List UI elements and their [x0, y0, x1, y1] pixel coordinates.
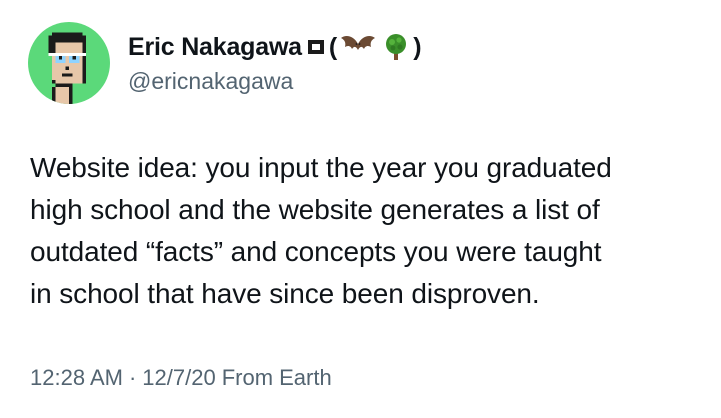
bat-icon — [341, 36, 376, 50]
tweet-source: From Earth — [221, 365, 332, 390]
tweet-text-line: outdated “facts” and concepts you were t… — [30, 236, 602, 267]
name-emoji-group: ( ) — [307, 32, 422, 62]
avatar[interactable] — [28, 22, 110, 104]
tweet-meta: 12:28 AM · 12/7/20 From Earth — [30, 365, 332, 391]
tweet-text-line: Website idea: you input the year you gra… — [30, 152, 612, 183]
name-paren-open: ( — [328, 32, 338, 61]
tweet-date[interactable]: 12/7/20 — [142, 365, 215, 391]
tweet-text-line: in school that have since been disproven… — [30, 278, 540, 309]
author-name-row: Eric Nakagawa ( ) — [128, 30, 422, 64]
square-badge-icon — [307, 40, 324, 54]
name-paren-close: ) — [413, 32, 422, 61]
pixel-avatar-icon — [28, 22, 110, 104]
tweet-card: Eric Nakagawa ( ) @ericnakagawa Website … — [0, 0, 721, 418]
tweet-time[interactable]: 12:28 AM — [30, 365, 123, 391]
author-handle[interactable]: @ericnakagawa — [128, 68, 293, 95]
tweet-text: Website idea: you input the year you gra… — [30, 147, 705, 315]
display-name[interactable]: Eric Nakagawa — [128, 33, 302, 62]
tree-icon — [386, 34, 407, 60]
meta-separator: · — [128, 365, 137, 390]
tweet-text-line: high school and the website generates a … — [30, 194, 600, 225]
